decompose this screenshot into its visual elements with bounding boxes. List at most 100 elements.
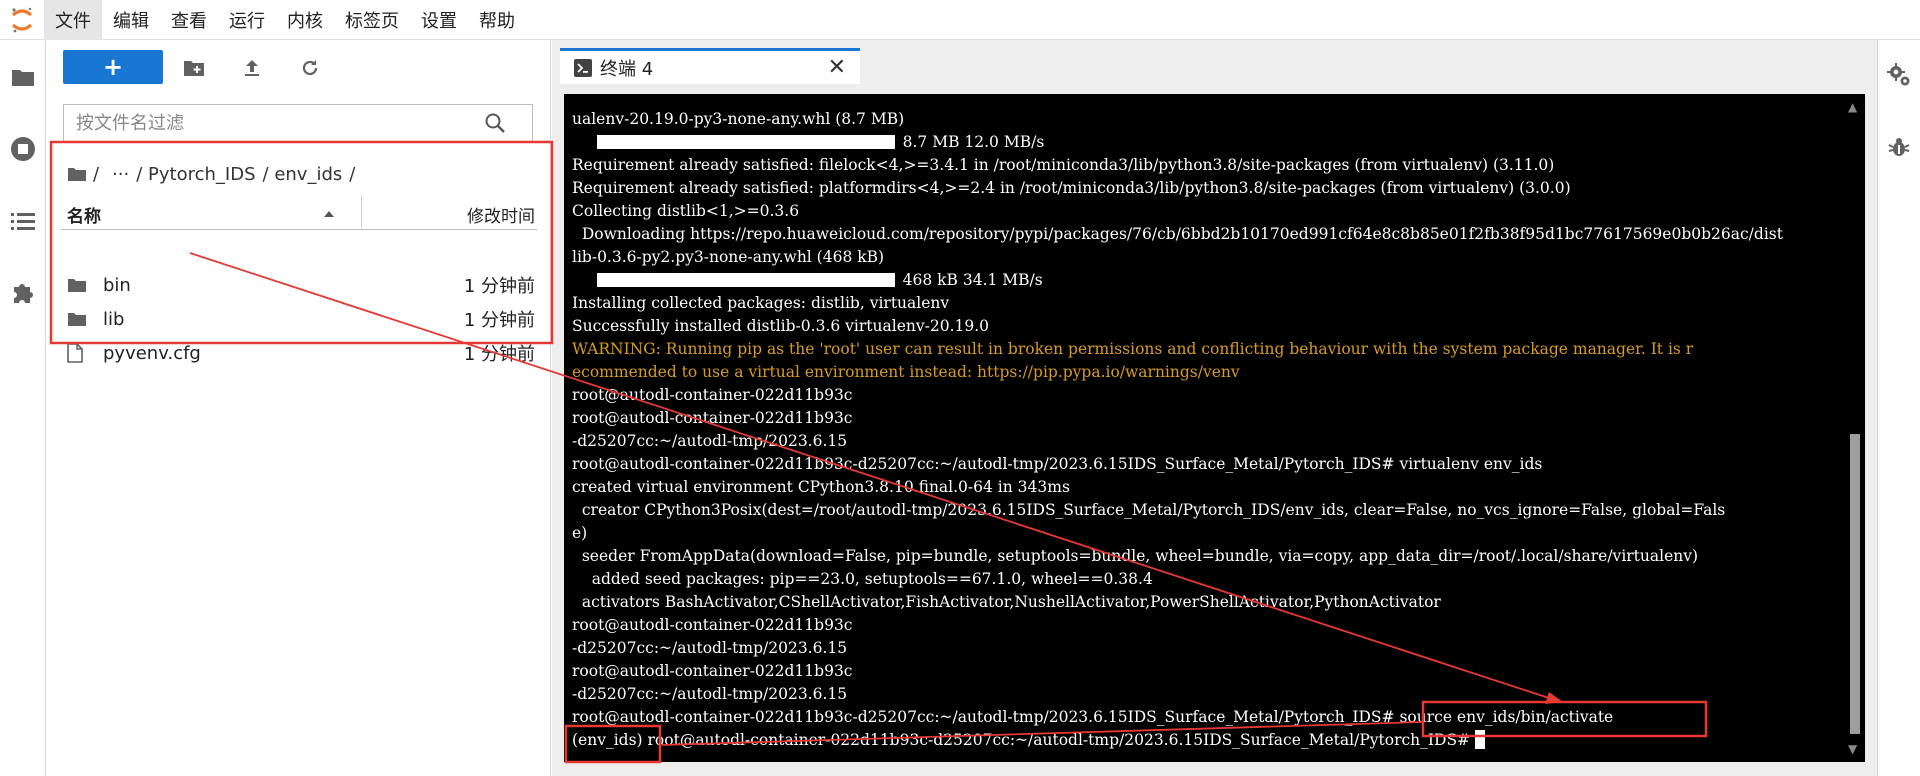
- file-row-lib[interactable]: lib 1 分钟前: [61, 302, 537, 336]
- terminal-line: 468 kB 34.1 MB/s: [572, 269, 1837, 292]
- terminal-line-text: -d25207cc:~/autodl-tmp/2023.6.15: [572, 685, 848, 703]
- terminal-line-text: root@autodl-container-022d11b93c: [572, 616, 853, 634]
- folder-icon[interactable]: [67, 166, 87, 182]
- left-activity-bar: [0, 40, 46, 776]
- breadcrumb-ellipsis[interactable]: ···: [112, 164, 129, 185]
- file-browser-panel: + / ··· / Pytorch_IDS / env_ids / 名称 修改时…: [47, 40, 551, 776]
- file-filter-box: [63, 104, 533, 142]
- chevron-down-icon[interactable]: ▼: [1848, 742, 1857, 756]
- menu-tabs[interactable]: 标签页: [334, 0, 410, 40]
- terminal-line-text: WARNING: Running pip as the 'root' user …: [572, 340, 1694, 358]
- menu-run[interactable]: 运行: [218, 0, 276, 40]
- terminal-line-text: Requirement already satisfied: platformd…: [572, 179, 1571, 197]
- file-name: lib: [103, 308, 125, 330]
- terminal-line-text: root@autodl-container-022d11b93c: [572, 409, 853, 427]
- terminal-line-text: root@autodl-container-022d11b93c-d25207c…: [572, 708, 1614, 726]
- terminal-line: root@autodl-container-022d11b93c-d25207c…: [572, 453, 1837, 476]
- file-listing-header: 名称 修改时间: [61, 196, 537, 230]
- terminal-line-text: -d25207cc:~/autodl-tmp/2023.6.15: [572, 432, 848, 450]
- file-modified: 1 分钟前: [463, 344, 535, 365]
- terminal-line: e): [572, 522, 1837, 545]
- terminal-line-text: root@autodl-container-022d11b93c: [572, 662, 853, 680]
- upload-icon[interactable]: [239, 55, 265, 81]
- terminal-line: root@autodl-container-022d11b93c: [572, 614, 1837, 637]
- terminal-icon: [574, 58, 592, 77]
- terminal-line: created virtual environment CPython3.8.1…: [572, 476, 1837, 499]
- file-name: bin: [103, 274, 131, 296]
- sort-caret-icon[interactable]: [323, 204, 335, 224]
- terminal-line: Installing collected packages: distlib, …: [572, 292, 1837, 315]
- tab-title: 终端 4: [600, 58, 654, 80]
- terminal-line: seeder FromAppData(download=False, pip=b…: [572, 545, 1837, 568]
- property-inspector-gears-icon[interactable]: [1884, 60, 1914, 90]
- download-progress-bar: [596, 135, 895, 149]
- terminal-line-text: ecommended to use a virtual environment …: [572, 363, 1240, 381]
- terminal-line-text: -d25207cc:~/autodl-tmp/2023.6.15: [572, 639, 848, 657]
- column-modified-header[interactable]: 修改时间: [467, 202, 535, 227]
- terminal-line: 8.7 MB 12.0 MB/s: [572, 131, 1837, 154]
- terminal-line: root@autodl-container-022d11b93c: [572, 384, 1837, 407]
- tab-terminal-4[interactable]: 终端 4 ✕: [560, 48, 860, 84]
- column-divider[interactable]: [361, 196, 362, 230]
- terminal-pane[interactable]: ualenv-20.19.0-py3-none-any.whl (8.7 MB)…: [564, 94, 1865, 762]
- terminal-line-text: seeder FromAppData(download=False, pip=b…: [572, 547, 1699, 565]
- folder-icon: [67, 277, 91, 293]
- new-launcher-button[interactable]: +: [63, 50, 163, 84]
- download-stats: 468 kB 34.1 MB/s: [902, 271, 1043, 289]
- terminal-line: creator CPython3Posix(dest=/root/autodl-…: [572, 499, 1837, 522]
- close-icon[interactable]: ✕: [828, 56, 846, 79]
- running-kernels-icon[interactable]: [8, 134, 38, 164]
- file-row-pyvenv-cfg[interactable]: pyvenv.cfg 1 分钟前: [61, 336, 537, 370]
- breadcrumb-trailing-slash: /: [349, 163, 356, 185]
- terminal-line: root@autodl-container-022d11b93c: [572, 407, 1837, 430]
- terminal-line: Requirement already satisfied: filelock<…: [572, 154, 1837, 177]
- folder-icon[interactable]: [8, 62, 38, 92]
- terminal-line-text: Downloading https://repo.huaweicloud.com…: [572, 225, 1783, 243]
- table-of-contents-icon[interactable]: [8, 206, 38, 236]
- terminal-line: WARNING: Running pip as the 'root' user …: [572, 338, 1837, 361]
- terminal-line: Successfully installed distlib-0.3.6 vir…: [572, 315, 1837, 338]
- terminal-line-text: added seed packages: pip==23.0, setuptoo…: [572, 570, 1153, 588]
- menu-edit[interactable]: 编辑: [102, 0, 160, 40]
- terminal-scrollbar[interactable]: ▲ ▼: [1845, 94, 1863, 762]
- menu-help[interactable]: 帮助: [468, 0, 526, 40]
- extension-puzzle-icon[interactable]: [8, 278, 38, 308]
- terminal-line-text: (env_ids) root@autodl-container-022d11b9…: [572, 731, 1475, 749]
- breadcrumb: / ··· / Pytorch_IDS / env_ids /: [67, 158, 362, 190]
- search-icon[interactable]: [484, 112, 506, 134]
- debugger-bug-icon[interactable]: [1884, 132, 1914, 162]
- file-filter-input[interactable]: [64, 111, 484, 135]
- column-name-header[interactable]: 名称: [67, 202, 101, 227]
- terminal-line-text: [572, 133, 597, 151]
- right-activity-bar: [1877, 40, 1920, 776]
- menu-kernel[interactable]: 内核: [276, 0, 334, 40]
- download-progress-bar: [596, 273, 895, 287]
- terminal-line-text: lib-0.3.6-py2.py3-none-any.whl (468 kB): [572, 248, 885, 266]
- refresh-icon[interactable]: [297, 55, 323, 81]
- file-row-bin[interactable]: bin 1 分钟前: [61, 268, 537, 302]
- terminal-line-text: creator CPython3Posix(dest=/root/autodl-…: [572, 501, 1726, 519]
- breadcrumb-root[interactable]: /: [93, 164, 99, 185]
- terminal-line-text: created virtual environment CPython3.8.1…: [572, 478, 1070, 496]
- breadcrumb-pytorch-ids[interactable]: / Pytorch_IDS: [136, 164, 255, 185]
- breadcrumb-env-ids[interactable]: / env_ids: [263, 164, 343, 185]
- menu-file[interactable]: 文件: [44, 0, 102, 40]
- terminal-line-text: e): [572, 524, 588, 542]
- terminal-line: -d25207cc:~/autodl-tmp/2023.6.15: [572, 430, 1837, 453]
- scrollbar-thumb[interactable]: [1850, 434, 1860, 734]
- menu-bar: 文件 编辑 查看 运行 内核 标签页 设置 帮助: [0, 0, 1920, 40]
- terminal-line-text: Collecting distlib<1,>=0.3.6: [572, 202, 800, 220]
- file-modified: 1 分钟前: [463, 310, 535, 331]
- terminal-line: (env_ids) root@autodl-container-022d11b9…: [572, 729, 1837, 752]
- terminal-line: activators BashActivator,CShellActivator…: [572, 591, 1837, 614]
- terminal-line: ecommended to use a virtual environment …: [572, 361, 1837, 384]
- new-folder-icon[interactable]: [181, 55, 207, 81]
- terminal-line-text: ualenv-20.19.0-py3-none-any.whl (8.7 MB): [572, 110, 905, 128]
- chevron-up-icon[interactable]: ▲: [1848, 100, 1857, 114]
- terminal-line-text: root@autodl-container-022d11b93c: [572, 386, 853, 404]
- terminal-line: Downloading https://repo.huaweicloud.com…: [572, 223, 1837, 246]
- terminal-cursor: [1474, 730, 1485, 749]
- menu-view[interactable]: 查看: [160, 0, 218, 40]
- menu-settings[interactable]: 设置: [410, 0, 468, 40]
- terminal-line: added seed packages: pip==23.0, setuptoo…: [572, 568, 1837, 591]
